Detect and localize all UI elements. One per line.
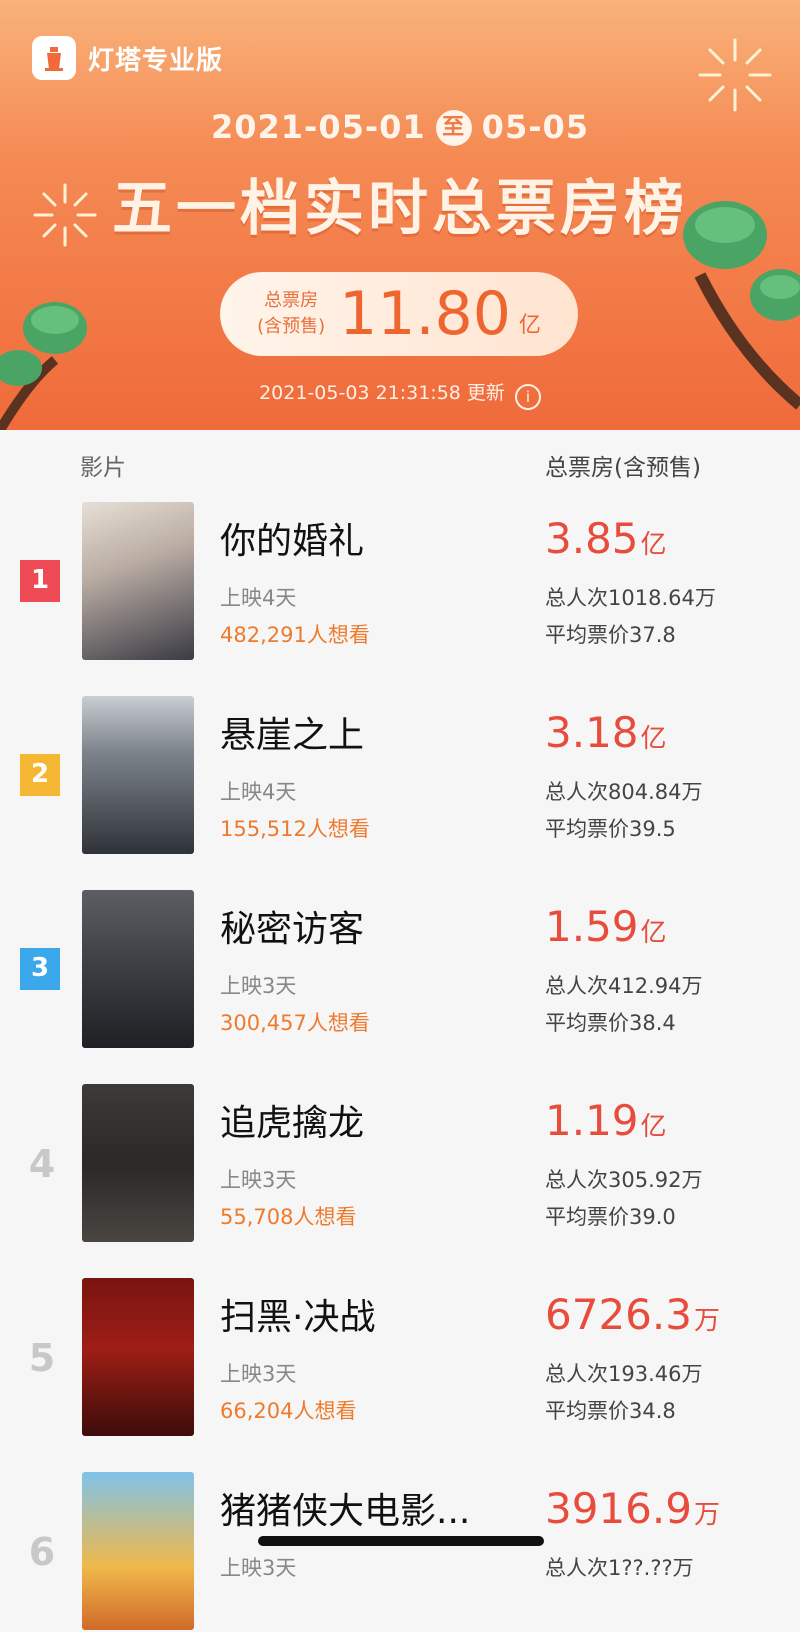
column-box-office: 总票房(含预售): [545, 455, 701, 481]
movie-poster[interactable]: [82, 1472, 194, 1630]
box-office-value: 6726.3: [545, 1290, 692, 1339]
box-office: 3.85亿: [545, 514, 667, 563]
want-to-see-count: 300,457人想看: [220, 1011, 370, 1035]
average-price: 平均票价39.5: [545, 817, 676, 841]
total-viewers: 总人次804.84万: [545, 780, 703, 804]
box-office-value: 3.18: [545, 708, 639, 757]
average-price: 平均票价37.8: [545, 623, 676, 647]
box-office: 3916.9万: [545, 1484, 720, 1533]
list-item[interactable]: 3 秘密访客 上映3天 300,457人想看 1.59亿 总人次412.94万 …: [0, 890, 800, 1050]
date-start: 2021-05-01: [210, 108, 426, 146]
rank-badge: 3: [20, 948, 60, 990]
movie-poster[interactable]: [82, 1278, 194, 1436]
list-item[interactable]: 6 猪猪侠大电影... 上映3天 3916.9万 总人次1??.??万: [0, 1472, 800, 1632]
lighthouse-icon: [32, 36, 76, 80]
total-viewers: 总人次412.94万: [545, 974, 703, 998]
movie-poster[interactable]: [82, 890, 194, 1048]
box-office: 1.19亿: [545, 1096, 667, 1145]
header-banner: 灯塔专业版 2021-05-01 至 05-05 五一档实时总票房榜 总票房 (含预…: [0, 0, 800, 430]
total-label: 总票房 (含预售): [257, 288, 325, 340]
box-office-value: 1.59: [545, 902, 639, 951]
total-viewers: 总人次1018.64万: [545, 586, 716, 610]
list-item[interactable]: 2 悬崖之上 上映4天 155,512人想看 3.18亿 总人次804.84万 …: [0, 696, 800, 856]
rank-badge: 1: [20, 560, 60, 602]
page-title: 五一档实时总票房榜: [112, 174, 688, 244]
update-time: 2021-05-03 21:31:58 更新 i: [0, 378, 800, 410]
total-viewers: 总人次305.92万: [545, 1168, 703, 1192]
box-office-unit: 亿: [640, 530, 667, 560]
box-office-unit: 万: [693, 1500, 720, 1530]
release-days: 上映3天: [220, 1556, 297, 1580]
movie-title[interactable]: 悬崖之上: [220, 706, 364, 758]
total-viewers: 总人次1??.??万: [545, 1556, 694, 1580]
total-box-office: 总票房 (含预售) 11.80 亿: [220, 272, 578, 356]
box-office-unit: 亿: [640, 724, 667, 754]
movie-title[interactable]: 猪猪侠大电影...: [220, 1482, 470, 1534]
info-icon[interactable]: i: [514, 384, 541, 410]
box-office-unit: 亿: [640, 918, 667, 948]
box-office-value: 3.85: [545, 514, 639, 563]
list-header: 影片 总票房(含预售): [0, 448, 800, 484]
movie-title[interactable]: 扫黑·决战: [220, 1288, 375, 1340]
brand: 灯塔专业版: [32, 36, 223, 80]
release-days: 上映3天: [220, 1362, 297, 1386]
box-office-unit: 万: [693, 1306, 720, 1336]
box-office-value: 3916.9: [545, 1484, 692, 1533]
list-item[interactable]: 5 扫黑·决战 上映3天 66,204人想看 6726.3万 总人次193.46…: [0, 1278, 800, 1438]
release-days: 上映3天: [220, 974, 297, 998]
want-to-see-count: 55,708人想看: [220, 1205, 357, 1229]
home-indicator[interactable]: [258, 1536, 544, 1546]
want-to-see-count: 155,512人想看: [220, 817, 370, 841]
box-office-unit: 亿: [640, 1112, 667, 1142]
rank-number: 6: [28, 1530, 56, 1574]
box-office-value: 1.19: [545, 1096, 639, 1145]
date-separator: 至: [435, 110, 472, 146]
total-viewers: 总人次193.46万: [545, 1362, 703, 1386]
box-office: 6726.3万: [545, 1290, 720, 1339]
firework-icon: [698, 38, 772, 112]
want-to-see-count: 66,204人想看: [220, 1399, 357, 1423]
box-office: 3.18亿: [545, 708, 667, 757]
list-item[interactable]: 4 追虎擒龙 上映3天 55,708人想看 1.19亿 总人次305.92万 平…: [0, 1084, 800, 1244]
total-unit: 亿: [518, 313, 541, 338]
release-days: 上映3天: [220, 1168, 297, 1192]
total-label-line1: 总票房: [264, 290, 319, 311]
column-film: 影片: [80, 455, 126, 481]
total-label-line2: (含预售): [257, 316, 326, 337]
list-item[interactable]: 1 你的婚礼 上映4天 482,291人想看 3.85亿 总人次1018.64万…: [0, 502, 800, 662]
update-text: 2021-05-03 21:31:58 更新: [259, 382, 505, 404]
release-days: 上映4天: [220, 586, 297, 610]
average-price: 平均票价34.8: [545, 1399, 676, 1423]
date-range: 2021-05-01 至 05-05: [0, 108, 800, 146]
average-price: 平均票价38.4: [545, 1011, 676, 1035]
want-to-see-count: 482,291人想看: [220, 623, 370, 647]
brand-name: 灯塔专业版: [88, 45, 224, 76]
rank-badge: 2: [20, 754, 60, 796]
rank-number: 5: [28, 1336, 56, 1380]
movie-title[interactable]: 秘密访客: [220, 900, 364, 952]
movie-title[interactable]: 你的婚礼: [220, 512, 364, 564]
ranking-list: 影片 总票房(含预售) 1 你的婚礼 上映4天 482,291人想看 3.85亿…: [0, 430, 800, 1630]
total-value: 11.80: [339, 279, 511, 349]
rank-number: 4: [28, 1142, 56, 1186]
movie-title[interactable]: 追虎擒龙: [220, 1094, 364, 1146]
movie-poster[interactable]: [82, 502, 194, 660]
box-office: 1.59亿: [545, 902, 667, 951]
average-price: 平均票价39.0: [545, 1205, 676, 1229]
release-days: 上映4天: [220, 780, 297, 804]
movie-poster[interactable]: [82, 696, 194, 854]
date-end: 05-05: [481, 108, 590, 146]
movie-poster[interactable]: [82, 1084, 194, 1242]
